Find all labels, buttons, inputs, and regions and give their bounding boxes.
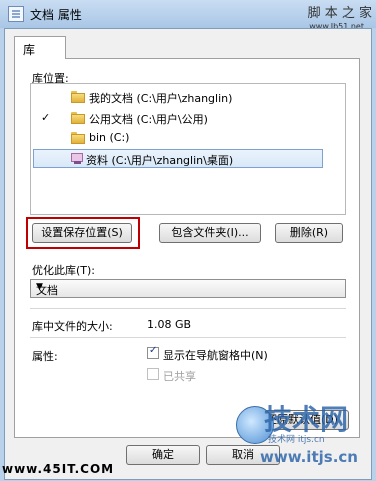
network-folder-icon <box>70 152 84 165</box>
library-size-value: 1.08 GB <box>147 318 192 331</box>
list-item[interactable]: 我的文档 (C:\用户\zhanglin) <box>31 88 343 107</box>
include-folder-button[interactable]: 包含文件夹(I)... <box>159 223 261 243</box>
folder-icon <box>71 132 85 144</box>
divider <box>30 308 346 309</box>
window-title: 文档 属性 <box>30 8 82 22</box>
library-locations-list[interactable]: 我的文档 (C:\用户\zhanglin) ✓ 公用文档 (C:\用户\公用) … <box>30 83 346 215</box>
tab-library[interactable]: 库 <box>14 36 66 59</box>
list-item[interactable]: bin (C:) <box>31 129 343 148</box>
document-icon <box>8 6 24 22</box>
list-item-selected[interactable]: 资料 (C:\用户\zhanglin\桌面) <box>33 149 323 168</box>
optimize-label: 优化此库(T): <box>32 264 96 277</box>
folder-icon <box>71 91 85 103</box>
folder-icon <box>71 112 85 124</box>
list-item-label: 我的文档 (C:\用户\zhanglin) <box>89 92 233 105</box>
tab-library-label: 库 <box>23 43 36 57</box>
watermark-sub-text: 技术网 itjs.cn <box>268 435 325 445</box>
remove-button[interactable]: 删除(R) <box>275 223 343 243</box>
shared-label: 已共享 <box>163 370 196 383</box>
optimize-select[interactable]: 文档 ▼ <box>30 279 346 298</box>
list-item-label: bin (C:) <box>89 131 130 144</box>
library-size-label: 库中文件的大小: <box>32 320 113 333</box>
title-bar[interactable]: 文档 属性 脚 本 之 家 www.Jb51.net <box>0 0 376 31</box>
watermark-bottom-left: www.45IT.COM <box>2 462 115 476</box>
watermark-itjs: 技术网 技术网 itjs.cn www.itjs.cn <box>236 398 372 472</box>
watermark-top: 脚 本 之 家 <box>307 6 372 21</box>
chevron-down-icon: ▼ <box>36 282 43 292</box>
show-in-nav-label: 显示在导航窗格中(N) <box>163 349 268 362</box>
ok-button[interactable]: 确定 <box>126 445 200 465</box>
checkmark-icon: ✓ <box>149 345 158 356</box>
default-save-check-icon: ✓ <box>41 111 51 124</box>
list-item-label: 公用文档 (C:\用户\公用) <box>89 113 208 126</box>
shared-checkbox <box>147 368 159 380</box>
divider <box>30 337 346 338</box>
set-save-location-button[interactable]: 设置保存位置(S) <box>32 223 132 243</box>
attributes-label: 属性: <box>32 350 58 363</box>
show-in-nav-checkbox[interactable]: ✓ <box>147 345 159 359</box>
watermark-site-url: www.itjs.cn <box>260 448 358 466</box>
list-item-label: 资料 (C:\用户\zhanglin\桌面) <box>86 154 234 167</box>
list-item[interactable]: ✓ 公用文档 (C:\用户\公用) <box>31 109 343 128</box>
